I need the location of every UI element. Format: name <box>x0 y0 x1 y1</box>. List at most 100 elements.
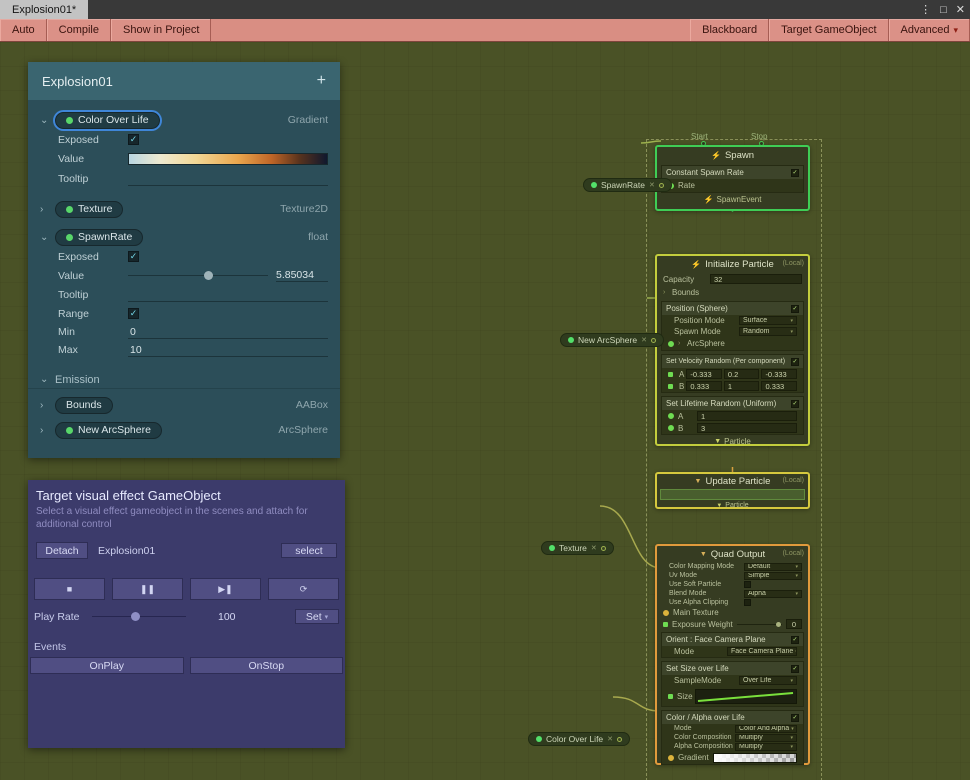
close-icon[interactable]: ✕ <box>649 181 655 189</box>
lifetime-b-port[interactable] <box>668 425 674 431</box>
block-enabled-checkbox[interactable]: ✓ <box>791 305 799 313</box>
gradient-preview[interactable] <box>713 753 797 763</box>
arcsphere-input-port[interactable] <box>668 341 674 347</box>
velocity-b-x-field[interactable]: 0.333 <box>686 381 722 391</box>
velocity-a-y-field[interactable]: 0.2 <box>724 369 760 379</box>
param-node-new-arcsphere[interactable]: New ArcSphere ✕ <box>560 333 664 347</box>
output-port[interactable] <box>651 338 656 343</box>
exposed-checkbox[interactable]: ✓ <box>128 134 139 145</box>
velocity-b-port[interactable] <box>668 384 673 389</box>
block-enabled-checkbox[interactable]: ✓ <box>791 714 799 722</box>
compile-button[interactable]: Compile <box>47 19 111 41</box>
show-in-project-button[interactable]: Show in Project <box>111 19 211 41</box>
use-soft-particle-checkbox[interactable] <box>744 581 751 588</box>
chevron-right-icon[interactable]: › <box>40 204 55 215</box>
param-node-color-over-life[interactable]: Color Over Life ✕ <box>528 732 630 746</box>
uv-mode-dropdown[interactable]: Simple▾ <box>744 572 802 580</box>
velocity-b-z-field[interactable]: 0.333 <box>761 381 797 391</box>
add-property-button[interactable]: + <box>317 72 326 90</box>
property-pill-color-over-life[interactable]: Color Over Life <box>55 112 160 129</box>
asset-tab[interactable]: Explosion01* <box>0 0 88 19</box>
auto-button[interactable]: Auto <box>0 19 47 41</box>
blackboard-header[interactable]: Explosion01 + <box>28 62 340 100</box>
velocity-a-port[interactable] <box>668 372 673 377</box>
block-enabled-checkbox[interactable]: ✓ <box>791 169 799 177</box>
alpha-composition-dropdown[interactable]: Multiply▾ <box>735 743 797 751</box>
set-rate-button[interactable]: Set ▾ <box>295 609 339 624</box>
block-enabled-checkbox[interactable]: ✓ <box>791 358 799 366</box>
chevron-down-icon[interactable]: ⌄ <box>40 115 55 126</box>
size-curve-port[interactable] <box>668 694 673 699</box>
blend-mode-dropdown[interactable]: Alpha▾ <box>744 590 802 598</box>
empty-block-area[interactable] <box>660 489 805 500</box>
block-enabled-checkbox[interactable]: ✓ <box>791 636 799 644</box>
param-node-spawnrate[interactable]: SpawnRate ✕ <box>583 178 672 192</box>
size-curve-preview[interactable] <box>695 689 797 704</box>
pause-button[interactable]: ❚❚ <box>112 578 183 600</box>
velocity-b-y-field[interactable]: 1 <box>724 381 760 391</box>
output-port[interactable] <box>659 183 664 188</box>
velocity-a-z-field[interactable]: -0.333 <box>761 369 797 379</box>
main-texture-input-port[interactable] <box>663 610 669 616</box>
initialize-particle-context-node[interactable]: ⚡ Initialize Particle (Local) Capacity 3… <box>655 254 810 446</box>
range-checkbox[interactable]: ✓ <box>128 308 139 319</box>
property-pill-bounds[interactable]: Bounds <box>55 397 113 414</box>
onplay-button[interactable]: OnPlay <box>30 657 184 674</box>
color-composition-dropdown[interactable]: Multiply▾ <box>735 734 797 742</box>
chevron-down-icon[interactable]: ⌄ <box>40 232 55 243</box>
maximize-icon[interactable]: □ <box>940 4 947 16</box>
orient-mode-dropdown[interactable]: Face Camera Plane▾ <box>727 647 797 656</box>
update-particle-context-node[interactable]: ▼ Update Particle (Local) ▼ Particle <box>655 472 810 509</box>
close-icon[interactable]: ✕ <box>956 3 965 16</box>
set-velocity-random-block[interactable]: Set Velocity Random (Per component) ✓ A … <box>661 354 804 393</box>
exposure-weight-slider[interactable] <box>737 624 782 625</box>
output-header[interactable]: ▼ Quad Output (Local) <box>657 546 808 562</box>
capacity-field[interactable]: 32 <box>710 274 802 284</box>
property-pill-texture[interactable]: Texture <box>55 201 123 218</box>
blackboard-toggle-button[interactable]: Blackboard <box>690 19 769 41</box>
gradient-input-port[interactable] <box>668 755 674 761</box>
initialize-header[interactable]: ⚡ Initialize Particle (Local) <box>657 256 808 272</box>
property-pill-new-arcsphere[interactable]: New ArcSphere <box>55 422 162 439</box>
color-alpha-over-life-block[interactable]: Color / Alpha over Life ✓ Mode Color And… <box>661 710 804 765</box>
color-mode-dropdown[interactable]: Color And Alpha▾ <box>735 725 797 733</box>
restart-button[interactable]: ⟳ <box>268 578 339 600</box>
exposure-weight-port[interactable] <box>663 622 668 627</box>
min-field[interactable]: 0 <box>128 325 328 339</box>
detach-button[interactable]: Detach <box>36 542 88 559</box>
lifetime-b-field[interactable]: 3 <box>697 423 797 433</box>
onstop-button[interactable]: OnStop <box>190 657 344 674</box>
output-port[interactable] <box>601 546 606 551</box>
quad-output-context-node[interactable]: ▼ Quad Output (Local) Color Mapping Mode… <box>655 544 810 765</box>
spawn-event-output[interactable]: ⚡ SpawnEvent <box>657 193 808 205</box>
constant-spawn-rate-block[interactable]: Constant Spawn Rate ✓ Rate <box>661 165 804 193</box>
lifetime-a-port[interactable] <box>668 413 674 419</box>
kebab-menu-icon[interactable]: ⋮ <box>920 3 931 16</box>
lifetime-a-field[interactable]: 1 <box>697 411 797 421</box>
use-alpha-clipping-checkbox[interactable] <box>744 599 751 606</box>
exposure-weight-field[interactable]: 0 <box>786 619 802 629</box>
spawnrate-value-field[interactable]: 5.85034 <box>276 269 328 282</box>
sample-mode-dropdown[interactable]: Over Life▾ <box>739 676 797 685</box>
update-particle-output[interactable]: ▼ Particle <box>657 501 808 510</box>
set-lifetime-random-block[interactable]: Set Lifetime Random (Uniform) ✓ A 1 B 3 <box>661 396 804 435</box>
play-rate-slider[interactable] <box>92 610 186 623</box>
max-field[interactable]: 10 <box>128 343 328 357</box>
output-port[interactable] <box>617 737 622 742</box>
set-size-over-life-block[interactable]: Set Size over Life ✓ SampleMode Over Lif… <box>661 661 804 707</box>
orient-block[interactable]: Orient : Face Camera Plane ✓ Mode Face C… <box>661 632 804 658</box>
chevron-right-icon[interactable]: › <box>678 340 687 347</box>
velocity-a-x-field[interactable]: -0.333 <box>686 369 722 379</box>
property-pill-spawnrate[interactable]: SpawnRate <box>55 229 143 246</box>
advanced-dropdown-button[interactable]: Advanced ▾ <box>889 19 970 41</box>
param-node-texture[interactable]: Texture ✕ <box>541 541 614 555</box>
initialize-particle-output[interactable]: ▼ Particle <box>657 435 808 447</box>
select-button[interactable]: select <box>281 543 337 558</box>
spawnrate-slider[interactable] <box>128 269 268 282</box>
chevron-right-icon[interactable]: › <box>663 289 672 296</box>
gradient-value-preview[interactable] <box>128 153 328 165</box>
play-rate-value[interactable]: 100 <box>218 611 236 623</box>
update-header[interactable]: ▼ Update Particle (Local) <box>657 474 808 488</box>
block-enabled-checkbox[interactable]: ✓ <box>791 665 799 673</box>
position-sphere-block[interactable]: Position (Sphere) ✓ Position Mode Surfac… <box>661 301 804 351</box>
